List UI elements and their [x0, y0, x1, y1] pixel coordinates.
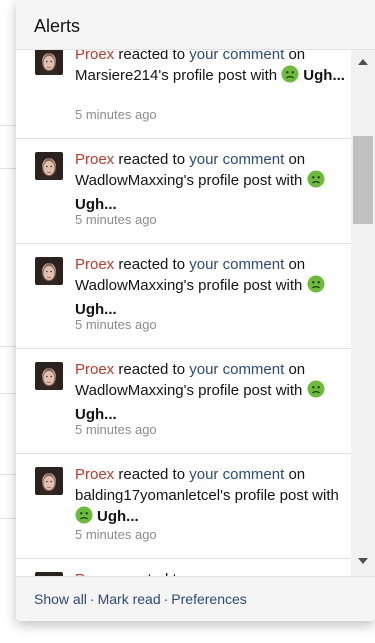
- alerts-menu-footer: Show all · Mark read · Preferences: [16, 576, 375, 621]
- alert-action: reacted to: [118, 466, 186, 483]
- alert-timestamp: 5 minutes ago: [75, 422, 157, 437]
- show-all-link[interactable]: Show all: [34, 591, 87, 607]
- sick-face-emoji-icon: [307, 275, 325, 299]
- alert-on: on: [288, 466, 306, 483]
- menu-title: Alerts: [34, 16, 81, 36]
- alert-text: Proex reacted to: [75, 569, 347, 576]
- alert-user-link[interactable]: Proex: [75, 466, 114, 483]
- alert-target: WadlowMaxxing's profile post with: [75, 382, 303, 399]
- alert-item[interactable]: Proex reacted to your comment on WadlowM…: [16, 349, 351, 454]
- alert-timestamp: 5 minutes ago: [75, 527, 157, 542]
- alert-target: WadlowMaxxing's profile post with: [75, 172, 303, 189]
- alert-action: reacted to: [118, 151, 186, 168]
- alert-user-link[interactable]: Proex: [75, 256, 114, 273]
- alert-action: reacted to: [118, 256, 186, 273]
- alerts-menu-header: Alerts: [16, 0, 375, 50]
- alert-user-link[interactable]: Proex: [75, 50, 114, 63]
- reaction-label: Ugh...: [75, 196, 117, 213]
- alert-content-link[interactable]: your comment: [189, 466, 284, 483]
- alerts-menu: Alerts Proex reacted to your comment on …: [16, 0, 375, 621]
- reaction-label: Ugh...: [75, 406, 117, 423]
- alert-timestamp: 5 minutes ago: [75, 212, 157, 227]
- background-divider: [0, 125, 16, 126]
- alert-text: Proex reacted to your comment on Marsier…: [75, 50, 347, 89]
- alert-target: balding17yomanletcel's profile post with: [75, 487, 339, 504]
- user-avatar[interactable]: [35, 362, 63, 390]
- alert-text: Proex reacted to your comment on balding…: [75, 464, 347, 530]
- alert-user-link[interactable]: Proex: [75, 151, 114, 168]
- scrollbar[interactable]: [351, 50, 375, 576]
- reaction-label: Ugh...: [97, 508, 139, 525]
- sick-face-emoji-icon: [307, 170, 325, 194]
- background-divider: [0, 518, 16, 519]
- user-avatar[interactable]: [35, 467, 63, 495]
- alerts-list: Proex reacted to your comment on Marsier…: [16, 50, 351, 576]
- alert-action: reacted to: [118, 361, 186, 378]
- user-avatar[interactable]: [35, 152, 63, 180]
- alert-target: Marsiere214's profile post with: [75, 67, 278, 84]
- alert-text: Proex reacted to your comment on WadlowM…: [75, 149, 347, 215]
- footer-separator: ·: [163, 591, 169, 607]
- mark-read-link[interactable]: Mark read: [98, 591, 161, 607]
- alert-on: on: [288, 361, 306, 378]
- alert-item[interactable]: Proex reacted to: [16, 559, 351, 576]
- alert-item[interactable]: Proex reacted to your comment on balding…: [16, 454, 351, 559]
- background-divider: [0, 168, 16, 169]
- alert-on: on: [288, 151, 306, 168]
- alert-on: on: [288, 50, 306, 63]
- scroll-up-arrow-icon[interactable]: [358, 59, 368, 65]
- alert-content-link[interactable]: your comment: [189, 256, 284, 273]
- footer-separator: ·: [89, 591, 95, 607]
- alert-item[interactable]: Proex reacted to your comment on WadlowM…: [16, 244, 351, 349]
- alert-action: reacted to: [118, 50, 186, 63]
- user-avatar[interactable]: [35, 257, 63, 285]
- scroll-down-arrow-icon[interactable]: [358, 558, 368, 564]
- alert-content-link[interactable]: your comment: [189, 151, 284, 168]
- alert-item[interactable]: Proex reacted to your comment on Marsier…: [16, 50, 351, 139]
- alerts-list-container[interactable]: Proex reacted to your comment on Marsier…: [16, 50, 375, 576]
- alert-text: Proex reacted to your comment on WadlowM…: [75, 359, 347, 425]
- background-divider: [0, 393, 16, 394]
- alert-user-link[interactable]: Proex: [75, 361, 114, 378]
- background-divider: [0, 474, 16, 475]
- background-divider: [0, 346, 16, 347]
- scrollbar-thumb[interactable]: [353, 136, 373, 224]
- alert-target: WadlowMaxxing's profile post with: [75, 277, 303, 294]
- sick-face-emoji-icon: [281, 65, 299, 89]
- reaction-label: Ugh...: [303, 67, 345, 84]
- reaction-label: Ugh...: [75, 301, 117, 318]
- alert-content-link[interactable]: your comment: [189, 50, 284, 63]
- alert-text: Proex reacted to your comment on WadlowM…: [75, 254, 347, 320]
- user-avatar[interactable]: [35, 50, 63, 75]
- alert-item[interactable]: Proex reacted to your comment on WadlowM…: [16, 139, 351, 244]
- alert-timestamp: 5 minutes ago: [75, 317, 157, 332]
- sick-face-emoji-icon: [307, 380, 325, 404]
- alert-timestamp: 5 minutes ago: [75, 107, 157, 122]
- preferences-link[interactable]: Preferences: [171, 591, 246, 607]
- alert-on: on: [288, 256, 306, 273]
- alert-content-link[interactable]: your comment: [189, 361, 284, 378]
